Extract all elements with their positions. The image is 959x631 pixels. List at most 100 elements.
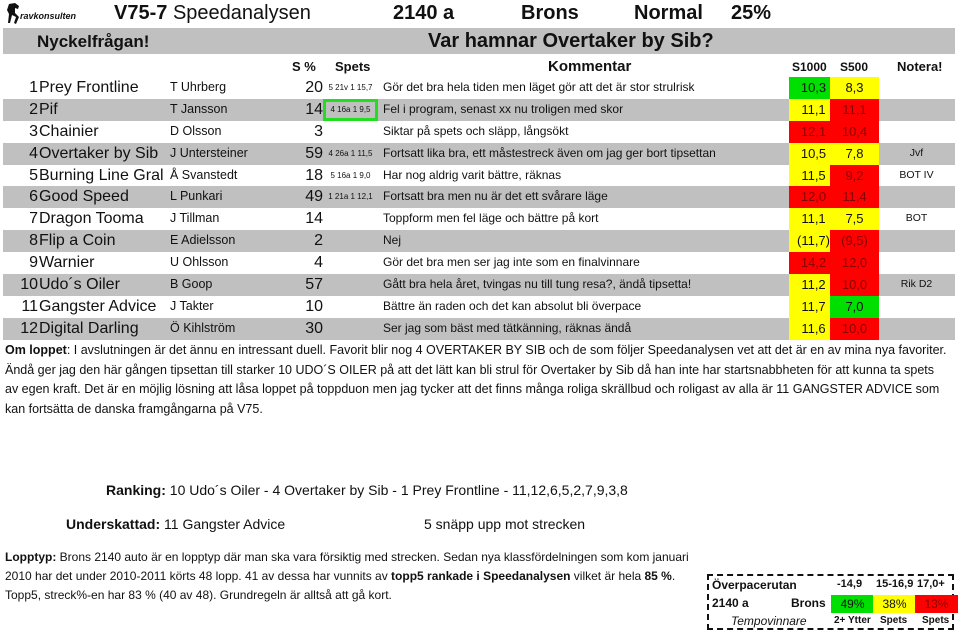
- overpace-footer-2: Spets: [880, 615, 908, 626]
- om-loppet-label: Om loppet: [5, 343, 67, 357]
- start-percent: 59: [305, 144, 323, 162]
- overpace-header-1: -14,9: [837, 578, 863, 590]
- underskattad-note: 5 snäpp upp mot strecken: [424, 516, 586, 532]
- table-row: 10 Udo´s Oiler B Goop 57 Gått bra hela året,…: [3, 274, 955, 296]
- table-row: 12 Digital Darling Ö Kihlström 30 Ser jag so…: [3, 317, 955, 340]
- lopptyp-paragraph: Lopptyp: Brons 2140 auto är en lopptyp d…: [5, 548, 705, 605]
- start-percent: 57: [305, 276, 323, 294]
- horse-number: 5: [29, 166, 38, 184]
- comment: Nej: [383, 233, 402, 248]
- horse-name: Chainier: [39, 122, 99, 140]
- horse-number: 6: [29, 188, 38, 206]
- race-distance: 2140 a: [393, 2, 455, 24]
- s500-value: (9,5): [830, 230, 879, 253]
- horse-number: 10: [20, 276, 38, 294]
- horse-number: 8: [29, 232, 38, 250]
- driver-name: E Adielsson: [170, 233, 236, 248]
- horse-name: Pif: [39, 100, 58, 118]
- start-percent: 14: [305, 210, 323, 228]
- overpace-footer-3: Spets: [922, 615, 950, 626]
- horse-name: Gangster Advice: [39, 297, 157, 315]
- header-notera: Notera!: [897, 59, 943, 74]
- start-percent: 18: [305, 166, 323, 184]
- horse-number: 3: [29, 122, 38, 140]
- table-row: 9 Warnier U Ohlsson 4 Gör det bra men ser ja…: [3, 252, 955, 275]
- page-title: V75-7 Speedanalysen: [114, 2, 311, 28]
- underskattad-text: 11 Gangster Advice: [160, 516, 286, 532]
- logo-text: ravkonsulten: [20, 11, 77, 21]
- header-spets: Spets: [335, 59, 371, 74]
- horse-name: Prey Frontline: [39, 79, 139, 96]
- comment: Gör det bra hela tiden men läget gör att…: [383, 80, 695, 94]
- horse-name: Digital Darling: [39, 319, 139, 337]
- start-percent: 14: [305, 100, 323, 118]
- underskattad-label: Underskattad:: [66, 516, 161, 532]
- comment: Siktar på spets och släpp, långsökt: [383, 123, 569, 138]
- overpace-footer-1: 2+ Ytter: [834, 615, 871, 626]
- table-row: 11 Gangster Advice J Takter 10 Bättre än rad…: [3, 295, 955, 318]
- comment: Gör det bra men ser jag inte som en fina…: [383, 255, 640, 270]
- comment: Fel i program, senast xx nu troligen med…: [383, 101, 624, 116]
- driver-name: J Takter: [170, 298, 214, 313]
- driver-name: T Uhrberg: [170, 80, 227, 94]
- spets-stats: 1 21a 1 12,1: [328, 192, 373, 202]
- driver-name: U Ohlsson: [170, 255, 229, 270]
- horse-name: Burning Line Gral: [39, 166, 164, 184]
- lopptyp-bold: topp5 rankade i Speedanalysen: [391, 569, 571, 583]
- horse-name: Warnier: [39, 254, 95, 272]
- driver-name: B Goop: [170, 277, 213, 292]
- horse-name: Flip a Coin: [39, 232, 116, 250]
- horse-number: 7: [29, 210, 38, 228]
- s500-value: 7,5: [830, 208, 879, 231]
- horse-number: 2: [29, 100, 38, 118]
- header-s-pct: S %: [292, 59, 316, 74]
- driver-name: Ö Kihlström: [170, 320, 236, 335]
- race-type: Normal: [634, 2, 703, 24]
- comment: Bättre än raden och det kan absolut bli …: [383, 298, 642, 313]
- table-row: 8 Flip a Coin E Adielsson 2 Nej (11,7) (9,5): [3, 230, 955, 253]
- overpace-tempo: Tempovinnare: [731, 614, 807, 628]
- header-s1000: S1000: [792, 60, 827, 74]
- s500-value: 9,2: [830, 164, 879, 187]
- spets-stats: 5 16a 1 9,0: [330, 170, 371, 180]
- s500-value: 10,0: [830, 274, 879, 296]
- driver-name: Å Svanstedt: [170, 167, 238, 182]
- overpace-title: Överpacerutan: [712, 578, 797, 592]
- start-percent: 49: [305, 188, 323, 206]
- lopptyp-percent: 85 %: [644, 569, 672, 583]
- overpace-header-3: 17,0+: [917, 578, 945, 590]
- horse-number: 1: [29, 79, 38, 96]
- question-label: Nyckelfrågan!: [37, 32, 150, 51]
- logo: ravkonsulten: [6, 2, 106, 28]
- comment: Gått bra hela året, tvingas nu till tung…: [383, 277, 692, 292]
- overpace-class: Brons: [791, 596, 826, 610]
- lopptyp-label: Lopptyp:: [5, 550, 57, 564]
- ranking-text: 10 Udo´s Oiler - 4 Overtaker by Sib - 1 …: [165, 482, 628, 498]
- horse-name: Dragon Tooma: [39, 210, 144, 228]
- horse-number: 9: [29, 254, 38, 272]
- s500-value: 12,0: [830, 252, 879, 275]
- header-s500: S500: [840, 60, 869, 74]
- table-row: 5 Burning Line Gral Å Svanstedt 18 5 16a 1 9…: [3, 164, 955, 187]
- table-row: 1 Prey Frontline T Uhrberg 20 5 21v 1 15,7 Gö…: [3, 77, 955, 99]
- spets-stats: 5 21v 1 15,7: [328, 83, 373, 92]
- header-kommentar: Kommentar: [548, 58, 632, 75]
- note: Jvf: [909, 146, 924, 159]
- horse-number: 11: [21, 297, 38, 315]
- driver-name: L Punkari: [170, 189, 223, 204]
- horse-table: 1 Prey Frontline T Uhrberg 20 5 21v 1 15,7 Gö…: [3, 77, 955, 340]
- om-loppet-text: : I avslutningen är det ännu en intressa…: [5, 343, 947, 416]
- s500-value: 10,4: [830, 120, 879, 143]
- overpace-value-1: 49%: [831, 595, 874, 613]
- horse-name: Good Speed: [39, 188, 129, 206]
- spets-stats: 4 26a 1 11,5: [328, 148, 373, 158]
- s500-value: 10,0: [830, 317, 879, 340]
- overpace-box: Överpacerutan -14,9 15-16,9 17,0+ 2140 a…: [707, 574, 958, 630]
- overpace-value-3: 13%: [915, 595, 958, 613]
- ranking: Ranking: 10 Udo´s Oiler - 4 Overtaker by…: [106, 482, 628, 498]
- comment: Fortsatt lika bra, ett måstestreck även …: [383, 145, 716, 160]
- start-percent: 4: [314, 254, 323, 272]
- table-row: 2 Pif T Jansson 14 4 16a 1 9,5 Fel i program,…: [3, 98, 955, 121]
- horse-number: 12: [20, 319, 38, 337]
- comment: Har nog aldrig varit bättre, räknas: [383, 167, 562, 182]
